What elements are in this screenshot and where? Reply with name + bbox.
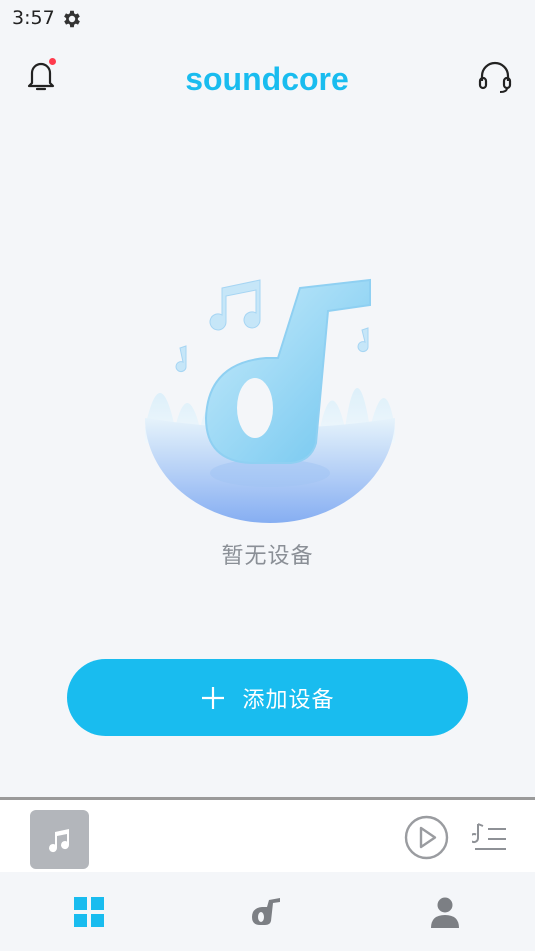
gear-icon xyxy=(61,8,83,30)
top-bar: soundcore xyxy=(0,48,535,108)
music-note-icon xyxy=(48,828,69,852)
mini-player xyxy=(0,797,535,875)
bottom-navigation xyxy=(0,872,535,951)
status-time: 3:57 xyxy=(12,7,55,29)
soundcore-logo: soundcore xyxy=(172,56,362,100)
empty-state-message: 暂无设备 xyxy=(221,544,314,569)
bell-icon[interactable] xyxy=(24,58,58,94)
empty-device-illustration xyxy=(140,268,400,523)
svg-text:soundcore: soundcore xyxy=(185,61,349,97)
nav-devices-grid-icon[interactable] xyxy=(71,894,107,930)
nav-profile-icon[interactable] xyxy=(427,894,463,930)
add-device-label: 添加设备 xyxy=(242,687,335,713)
playlist-icon[interactable] xyxy=(469,820,508,854)
nav-soundcore-note-icon[interactable] xyxy=(248,894,284,930)
notification-badge xyxy=(49,58,56,65)
plus-icon xyxy=(202,686,225,709)
player-artwork[interactable] xyxy=(30,810,89,869)
play-circle-icon[interactable] xyxy=(404,815,449,860)
headset-icon[interactable] xyxy=(476,59,514,95)
status-bar: 3:57 xyxy=(0,0,535,38)
add-device-button[interactable]: 添加设备 xyxy=(67,659,468,736)
